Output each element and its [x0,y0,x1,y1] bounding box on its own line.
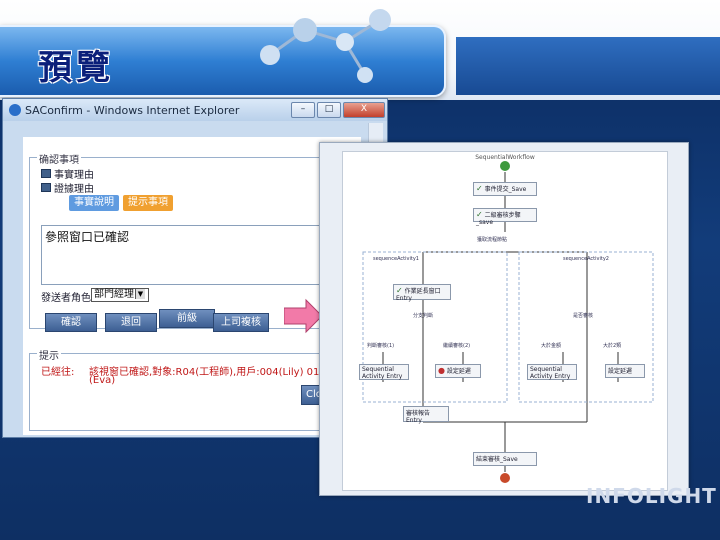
confirm-legend: 确認事項 [37,151,81,166]
supervisor-review-button[interactable]: 上司複核 [213,313,269,332]
tab-notice[interactable]: 提示事項 [123,195,173,211]
arrow-right-icon [284,298,323,334]
checkbox-label: 事實理由 [54,170,94,181]
branch-label: sequenceActivity1 [373,256,419,262]
workflow-step[interactable]: 審核報告 Entry [403,406,449,424]
workflow-caption: 是否審核 [573,313,594,319]
warn-label: 已經往: [41,367,75,378]
role-label: 發送者角色 [41,293,91,304]
workflow-step[interactable]: ● 設定延遲 [435,364,481,378]
check-icon: ✓ [476,210,483,219]
checkbox-evidence[interactable]: 證據理由 [41,180,94,195]
workflow-step[interactable]: 結束審核_Save [473,452,537,466]
return-button[interactable]: 退回 [105,313,157,332]
check-icon: ✓ [396,286,403,295]
workflow-step[interactable]: ✓ 事件提交_Save [473,182,537,196]
window-title: SAConfirm - Windows Internet Explorer [25,103,240,117]
workflow-caption: 獲取流程節點 [477,237,508,243]
checkbox-icon [41,169,51,178]
dropdown-arrow-icon[interactable]: ▼ [135,289,145,299]
slide-title: 預覽 [38,48,114,88]
workflow-step[interactable]: Sequential Activity Entry [359,364,409,380]
workflow-step[interactable]: Sequential Activity Entry [527,364,577,380]
confirm-button[interactable]: 確認 [45,313,97,332]
checkbox-fact[interactable]: 事實理由 [41,166,94,181]
minimize-button[interactable]: – [291,102,315,118]
maximize-button[interactable]: □ [317,102,341,118]
molecule-graphic [260,9,391,83]
check-icon: ✓ [476,184,483,193]
workflow-step[interactable]: ✓ 二級審核步驟_save [473,208,537,226]
message-textarea[interactable]: 參照窗口已確認 [41,225,359,285]
checkbox-label: 證據理由 [54,184,94,195]
infolight-logo: INFOLIGHT [586,484,717,508]
workflow-designer-panel: SequentialWorkflow ✓ 事件提交_Save ✓ 二級審核步驟_… [319,142,689,496]
previous-level-button[interactable]: 前級 [159,309,215,328]
close-window-button[interactable]: X [343,102,385,118]
workflow-canvas: SequentialWorkflow ✓ 事件提交_Save ✓ 二級審核步驟_… [342,151,668,491]
tab-fact-description[interactable]: 事實說明 [69,195,119,211]
workflow-caption: 判斷審核(1) [367,343,395,349]
workflow-caption: 大於2類 [603,343,622,349]
stop-icon: ● [438,366,445,375]
ie-logo-icon [9,104,21,116]
browser-titlebar: SAConfirm - Windows Internet Explorer – … [3,99,387,121]
warn-message-line2: (Eva) [89,375,116,386]
workflow-step[interactable]: ✓ 作業延長窗口 Entry [393,284,451,302]
checkbox-icon [41,183,51,192]
workflow-caption: 大於金額 [541,343,562,349]
workflow-caption: 分支判斷 [413,313,434,319]
branch-label: sequenceActivity2 [563,256,609,262]
workflow-connectors [362,161,654,483]
notice-legend: 提示 [37,347,61,362]
workflow-step[interactable]: 設定延遲 [605,364,645,378]
workflow-caption: 繼續審核(2) [443,343,471,349]
page-content: 确認事項 事實理由 證據理由 事實說明 提示事項 參照窗口已確認 發送者角色 部… [23,137,365,435]
header-right-band [456,37,720,95]
